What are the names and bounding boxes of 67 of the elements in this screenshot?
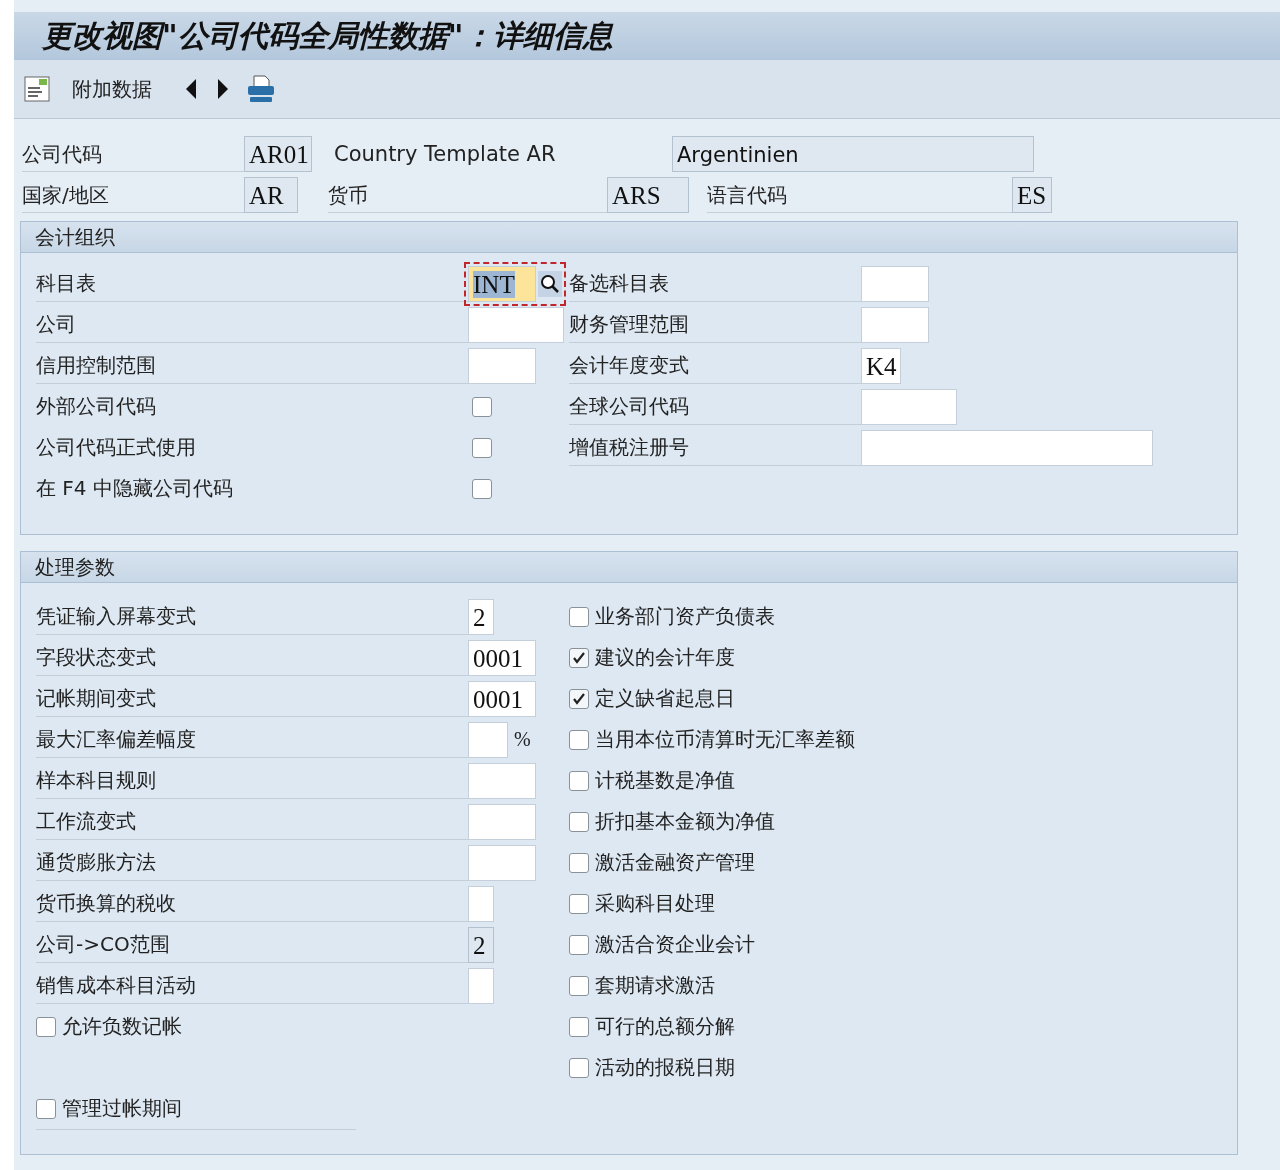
input-field[interactable]: 2 [468, 926, 494, 963]
checkbox-option[interactable]: 管理过帐期间 [36, 1095, 182, 1122]
company-name: Country Template AR [334, 141, 557, 166]
input-field[interactable] [468, 967, 494, 1004]
next-icon[interactable] [216, 78, 230, 100]
input-field[interactable] [468, 844, 536, 881]
previous-icon[interactable] [184, 78, 198, 100]
company-code-field[interactable]: AR01 [244, 135, 312, 172]
checkbox-option[interactable]: 活动的报税日期 [569, 1054, 735, 1081]
field-label: 记帐期间变式 [36, 680, 468, 717]
field-label: 销售成本科目活动 [36, 967, 468, 1004]
checkbox[interactable] [472, 437, 492, 458]
additional-data-button[interactable]: 附加数据 [64, 73, 160, 105]
window-title: 更改视图"公司代码全局性数据"：详细信息 [42, 16, 614, 55]
field-label: 公司 [36, 306, 468, 343]
checkbox-option[interactable]: 允许负数记帐 [36, 1013, 182, 1040]
field-label: 通货膨胀方法 [36, 844, 468, 881]
checkbox-option[interactable]: 定义缺省起息日 [569, 685, 735, 712]
checkbox-option[interactable]: 可行的总额分解 [569, 1013, 735, 1040]
input-field[interactable] [861, 265, 929, 302]
group-title: 会计组织 [21, 222, 1237, 253]
input-field[interactable]: 0001 [468, 680, 536, 717]
input-field[interactable] [861, 429, 1153, 466]
field-label: 凭证输入屏幕变式 [36, 598, 468, 635]
input-field[interactable] [861, 306, 929, 343]
input-field[interactable]: K4 [861, 347, 901, 384]
checkbox-option[interactable]: 激活金融资产管理 [569, 849, 755, 876]
currency-field[interactable]: ARS [607, 176, 689, 213]
checkbox-option[interactable]: 当用本位币清算时无汇率差额 [569, 726, 855, 753]
field-label: 最大汇率偏差幅度 [36, 721, 468, 758]
input-field[interactable] [468, 721, 508, 758]
checkbox-option[interactable]: 折扣基本金额为净值 [569, 808, 775, 835]
document-icon[interactable] [24, 76, 50, 102]
input-field[interactable]: 2 [468, 598, 494, 635]
input-field[interactable] [861, 388, 957, 425]
printer-icon[interactable] [246, 75, 276, 103]
input-field[interactable] [468, 306, 564, 343]
checkbox-option[interactable]: 套期请求激活 [569, 972, 715, 999]
checkbox-option[interactable]: 建议的会计年度 [569, 644, 735, 671]
country-field[interactable]: AR [244, 176, 298, 213]
checkbox-label: 外部公司代码 [36, 393, 157, 420]
checkbox-option[interactable]: 采购科目处理 [569, 890, 715, 917]
checkbox-label: 公司代码正式使用 [36, 434, 197, 461]
checkbox[interactable] [472, 396, 492, 417]
field-label: 科目表 [36, 265, 468, 302]
input-field[interactable] [468, 885, 494, 922]
search-icon[interactable] [538, 270, 562, 297]
input-field[interactable]: INT [468, 265, 536, 302]
input-field[interactable] [468, 762, 536, 799]
field-label: 信用控制范围 [36, 347, 468, 384]
checkbox[interactable] [472, 478, 492, 499]
field-label: 货币换算的税收 [36, 885, 468, 922]
group-title: 处理参数 [21, 552, 1237, 583]
checkbox-option[interactable]: 业务部门资产负债表 [569, 603, 775, 630]
field-label: 样本科目规则 [36, 762, 468, 799]
checkbox-option[interactable]: 计税基数是净值 [569, 767, 735, 794]
checkbox-option[interactable]: 激活合资企业会计 [569, 931, 755, 958]
field-label: 工作流变式 [36, 803, 468, 840]
language-field[interactable]: ES [1012, 176, 1052, 213]
field-label: 公司->CO范围 [36, 926, 468, 963]
input-field[interactable]: 0001 [468, 639, 536, 676]
checkbox-label: 在 F4 中隐藏公司代码 [36, 475, 234, 502]
field-label: 字段状态变式 [36, 639, 468, 676]
input-field[interactable] [468, 347, 536, 384]
unit-label: % [514, 728, 531, 751]
city-field[interactable]: Argentinien [672, 135, 1034, 172]
input-field[interactable] [468, 803, 536, 840]
